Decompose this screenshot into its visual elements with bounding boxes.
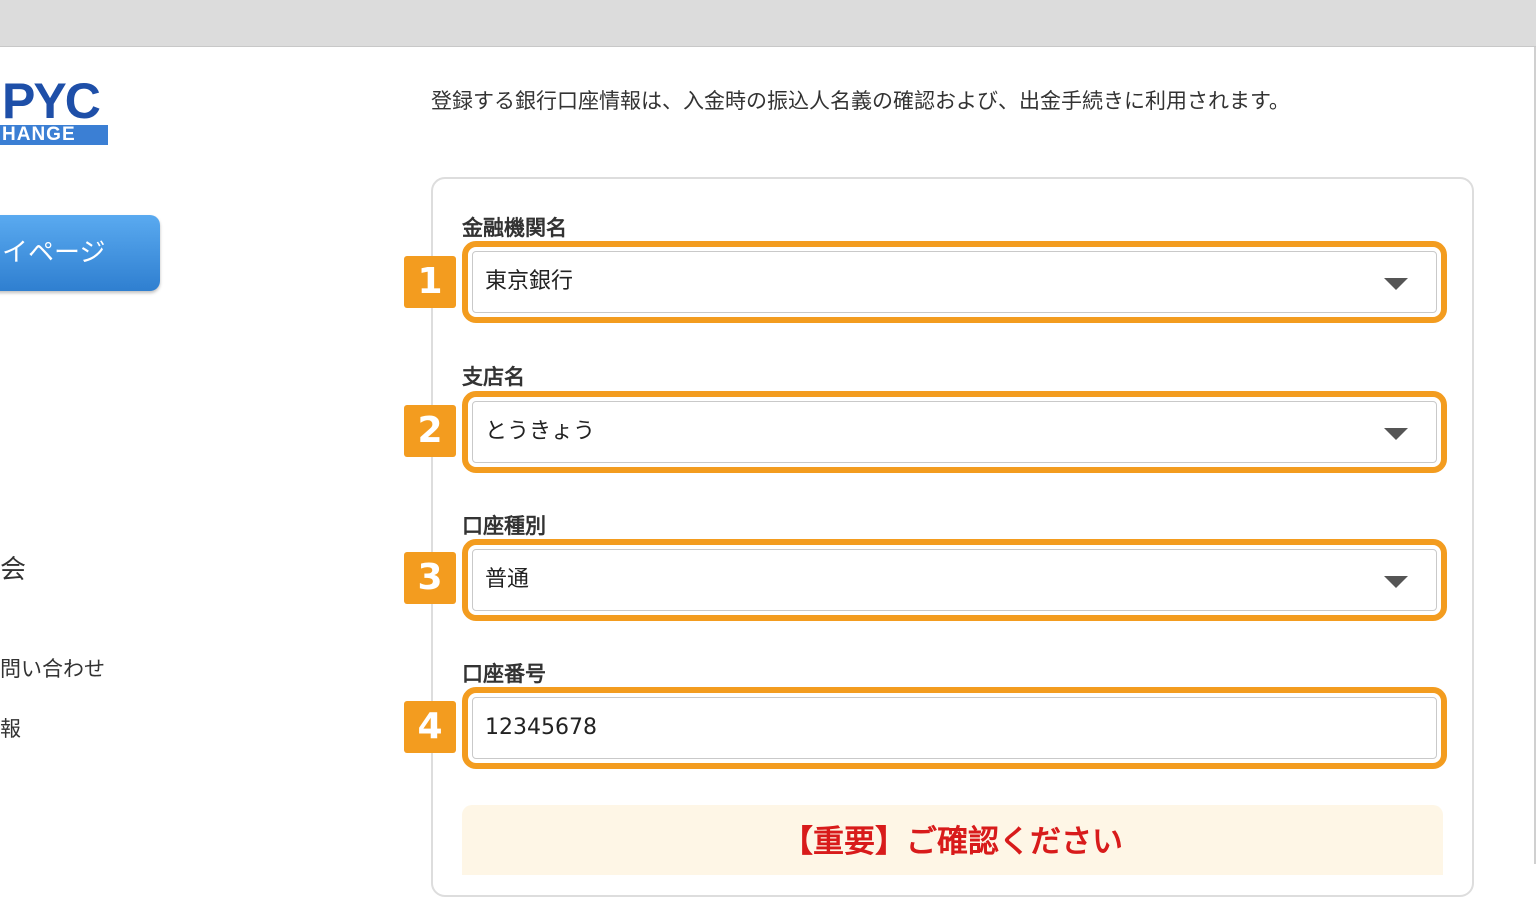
account-number-value: 12345678 [485,715,597,740]
bank-name-label: 金融機関名 [462,216,567,240]
branch-name-value: とうきょう [485,419,596,444]
mypage-button[interactable]: イページ [0,215,160,291]
account-number-input[interactable]: 12345678 [472,697,1437,759]
bank-name-value: 東京銀行 [485,269,574,294]
intro-text: 登録する銀行口座情報は、入金時の振込人名義の確認および、出金手続きに利用されます… [431,89,1290,113]
account-type-value: 普通 [485,567,530,592]
account-number-label: 口座番号 [462,662,546,686]
logo-text-top: PYC [2,73,101,129]
step-badge-2: 2 [404,405,456,457]
bank-name-highlight: 東京銀行 [462,241,1447,323]
account-type-highlight: 普通 [462,539,1447,621]
sidebar-item-contact[interactable]: 問い合わせ [0,653,105,683]
page-content: PYC HANGE イページ 会 問い合わせ 報 登録する銀行口座情報は、入金時… [0,47,1536,897]
chevron-down-icon [1384,278,1408,290]
bank-name-select[interactable]: 東京銀行 [472,251,1437,313]
step-badge-1: 1 [404,256,456,308]
step-badge-3: 3 [404,552,456,604]
branch-name-label: 支店名 [462,365,525,389]
chevron-down-icon [1384,428,1408,440]
account-number-highlight: 12345678 [462,687,1447,769]
chevron-down-icon [1384,576,1408,588]
step-badge-4: 4 [404,701,456,753]
account-type-label: 口座種別 [462,514,546,538]
branch-name-highlight: とうきょう [462,391,1447,473]
sidebar-item-membership[interactable]: 会 [0,549,26,586]
site-logo[interactable]: PYC HANGE [0,75,112,147]
account-type-select[interactable]: 普通 [472,549,1437,611]
sidebar-item-info[interactable]: 報 [0,713,21,743]
important-notice-heading: 【重要】ご確認ください [462,805,1443,875]
logo-text-bottom: HANGE [0,125,108,145]
branch-name-select[interactable]: とうきょう [472,401,1437,463]
browser-top-bar [0,0,1536,47]
